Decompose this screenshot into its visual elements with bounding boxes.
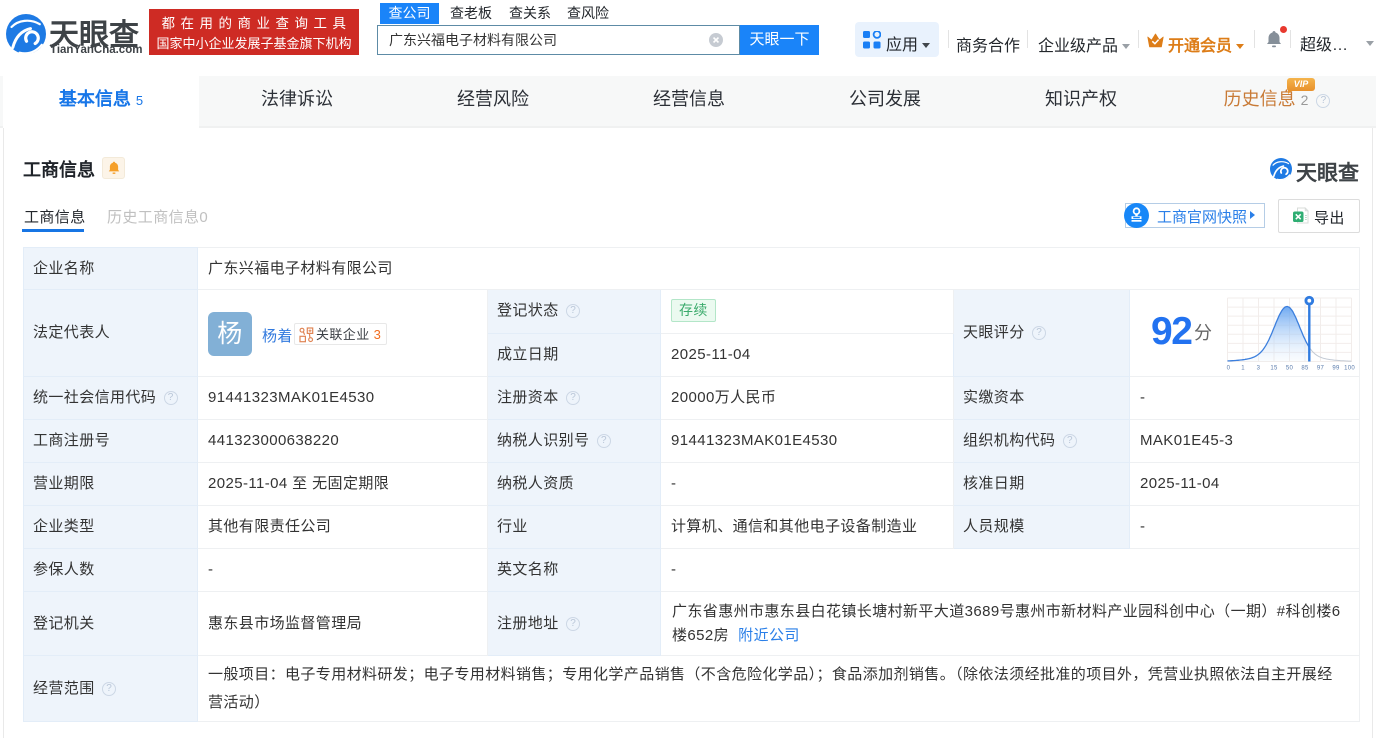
svg-text:100: 100: [1344, 366, 1355, 372]
svg-text:50: 50: [1286, 366, 1294, 372]
svg-text:15: 15: [1270, 366, 1278, 372]
svg-text:99: 99: [1332, 366, 1340, 372]
svg-text:3: 3: [1257, 366, 1261, 372]
svg-text:0: 0: [1227, 366, 1231, 372]
svg-text:97: 97: [1317, 366, 1325, 372]
svg-text:85: 85: [1301, 366, 1309, 372]
svg-text:1: 1: [1241, 366, 1245, 372]
